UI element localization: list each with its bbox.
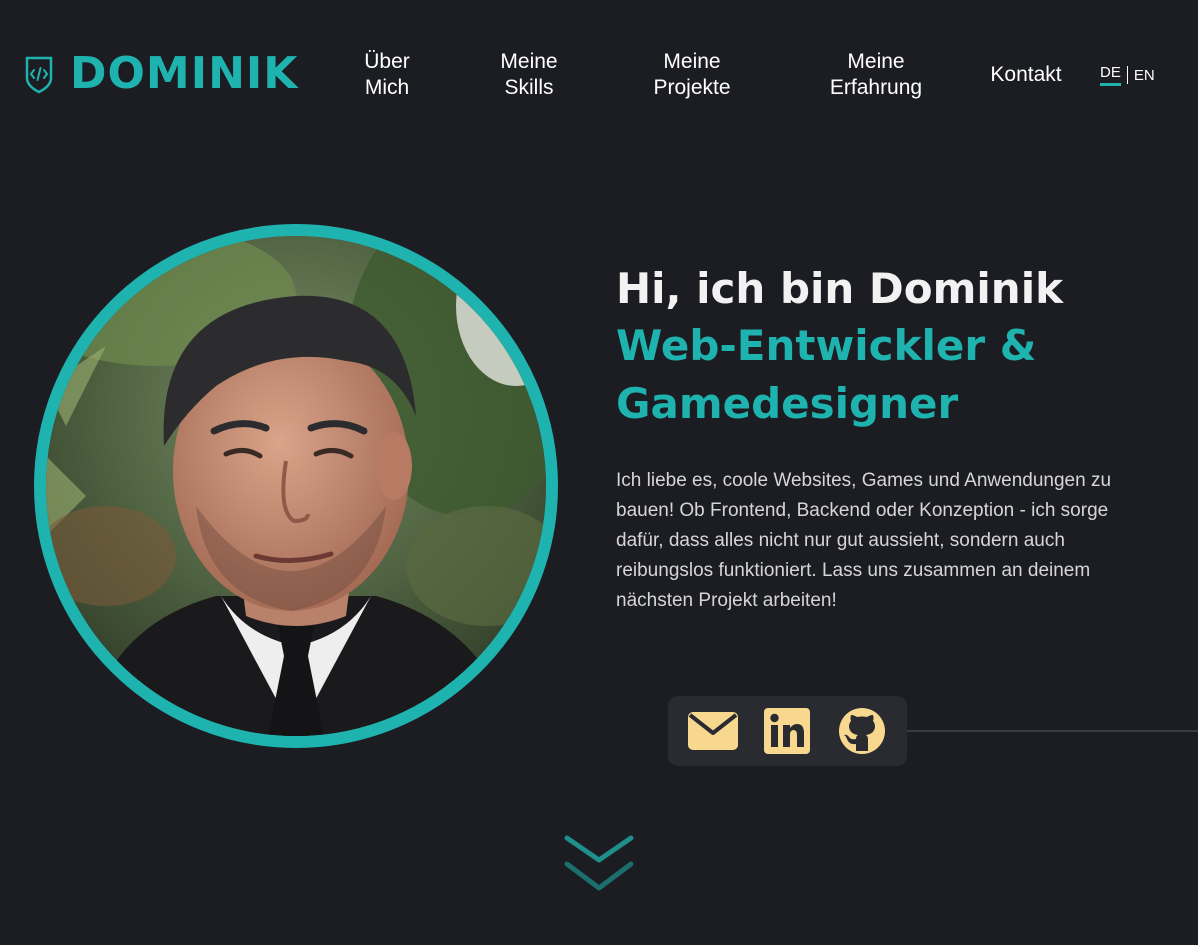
email-icon bbox=[688, 712, 739, 750]
nav-item-projekte[interactable]: Meine Projekte bbox=[645, 49, 739, 101]
lang-de-option[interactable]: DE bbox=[1100, 64, 1121, 86]
hero-description: Ich liebe es, coole Websites, Games und … bbox=[616, 470, 1112, 611]
scroll-down-button[interactable] bbox=[562, 830, 636, 898]
chevron-double-down-icon bbox=[564, 835, 634, 891]
code-shield-icon bbox=[25, 56, 53, 94]
nav-item-skills[interactable]: Meine Skills bbox=[492, 49, 566, 101]
hero-greeting: Hi, ich bin Dominik bbox=[616, 264, 1064, 313]
nav-item-erfahrung[interactable]: Meine Erfahrung bbox=[820, 49, 932, 101]
email-link[interactable] bbox=[687, 705, 739, 757]
nav-item-kontakt[interactable]: Kontakt bbox=[982, 62, 1070, 88]
profile-photo-illustration bbox=[46, 236, 546, 736]
lang-divider bbox=[1126, 66, 1128, 84]
github-link[interactable] bbox=[836, 705, 888, 757]
social-links-bar bbox=[668, 696, 907, 766]
github-icon bbox=[838, 708, 885, 754]
hero-role: Web-Entwickler & Gamedesigner bbox=[616, 321, 1037, 428]
logo[interactable]: DOMINIK bbox=[24, 52, 298, 96]
social-divider-line bbox=[907, 730, 1198, 732]
logo-text: DOMINIK bbox=[70, 48, 299, 99]
lang-en-option[interactable]: EN bbox=[1134, 67, 1155, 84]
nav-item-ueber-mich[interactable]: Über Mich bbox=[355, 49, 419, 101]
linkedin-link[interactable] bbox=[761, 705, 813, 757]
language-switcher: DE EN bbox=[1100, 64, 1155, 86]
profile-photo bbox=[34, 224, 558, 748]
linkedin-icon bbox=[764, 708, 811, 754]
